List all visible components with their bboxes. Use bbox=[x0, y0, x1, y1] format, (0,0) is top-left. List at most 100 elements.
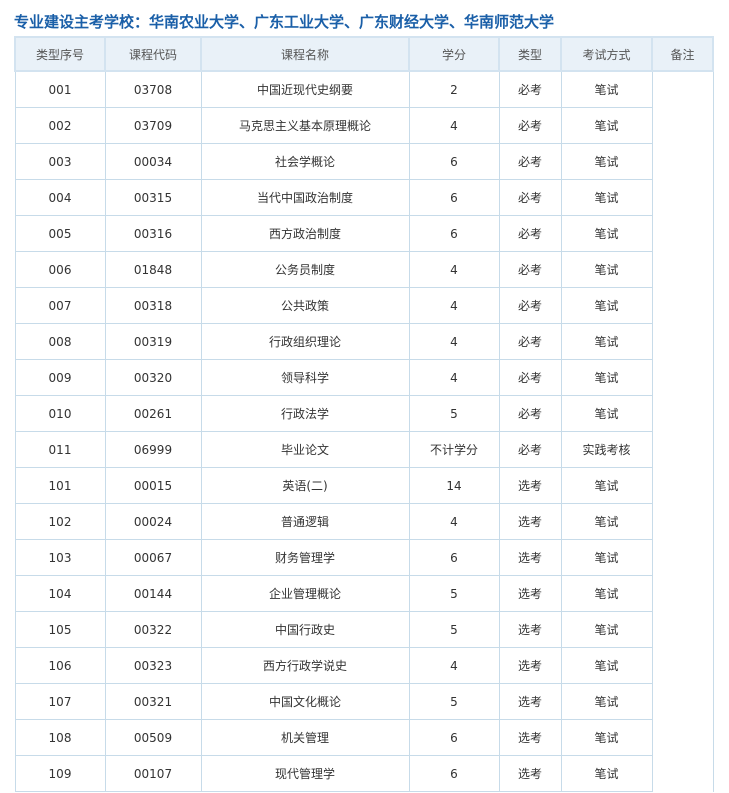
cell-type-no: 011 bbox=[14, 431, 106, 468]
cell-type-no: 107 bbox=[14, 683, 106, 720]
cell-exam-method: 笔试 bbox=[560, 503, 653, 540]
cell-exam-method: 笔试 bbox=[560, 683, 653, 720]
cell-credits: 6 bbox=[408, 143, 500, 180]
cell-course-name: 毕业论文 bbox=[200, 431, 410, 468]
cell-type-no: 001 bbox=[14, 70, 106, 108]
table-row: 107 00321 中国文化概论 5 选考 笔试 bbox=[14, 683, 713, 720]
table-row: 104 00144 企业管理概论 5 选考 笔试 bbox=[14, 575, 713, 612]
cell-course-code: 00322 bbox=[104, 611, 202, 648]
cell-type: 必考 bbox=[498, 70, 562, 108]
cell-type: 必考 bbox=[498, 323, 562, 360]
cell-type: 选考 bbox=[498, 683, 562, 720]
cell-course-name: 西方政治制度 bbox=[200, 215, 410, 252]
cell-course-name: 企业管理概论 bbox=[200, 575, 410, 612]
cell-type-no: 109 bbox=[14, 755, 106, 792]
cell-course-code: 00320 bbox=[104, 359, 202, 396]
cell-type-no: 007 bbox=[14, 287, 106, 324]
header-course-code: 课程代码 bbox=[104, 36, 202, 72]
cell-course-code: 00261 bbox=[104, 395, 202, 432]
cell-type-no: 002 bbox=[14, 107, 106, 144]
cell-remarks bbox=[651, 71, 714, 792]
cell-credits: 4 bbox=[408, 359, 500, 396]
cell-course-name: 公务员制度 bbox=[200, 251, 410, 288]
cell-credits: 5 bbox=[408, 395, 500, 432]
cell-exam-method: 笔试 bbox=[560, 287, 653, 324]
cell-course-code: 06999 bbox=[104, 431, 202, 468]
table-row: 010 00261 行政法学 5 必考 笔试 bbox=[14, 395, 713, 432]
cell-type-no: 004 bbox=[14, 179, 106, 216]
header-course-name: 课程名称 bbox=[200, 36, 410, 72]
table-row: 109 00107 现代管理学 6 选考 笔试 bbox=[14, 755, 713, 792]
cell-exam-method: 笔试 bbox=[560, 611, 653, 648]
cell-type: 必考 bbox=[498, 359, 562, 396]
cell-exam-method: 笔试 bbox=[560, 323, 653, 360]
cell-course-code: 00024 bbox=[104, 503, 202, 540]
table-row: 004 00315 当代中国政治制度 6 必考 笔试 bbox=[14, 179, 713, 216]
cell-course-code: 03708 bbox=[104, 70, 202, 108]
cell-type: 必考 bbox=[498, 395, 562, 432]
cell-credits: 6 bbox=[408, 179, 500, 216]
table-row: 009 00320 领导科学 4 必考 笔试 bbox=[14, 359, 713, 396]
cell-exam-method: 笔试 bbox=[560, 467, 653, 504]
cell-type-no: 009 bbox=[14, 359, 106, 396]
cell-credits: 4 bbox=[408, 503, 500, 540]
cell-type: 必考 bbox=[498, 287, 562, 324]
cell-course-name: 机关管理 bbox=[200, 719, 410, 756]
table-row: 003 00034 社会学概论 6 必考 笔试 bbox=[14, 143, 713, 180]
cell-type-no: 105 bbox=[14, 611, 106, 648]
cell-course-name: 社会学概论 bbox=[200, 143, 410, 180]
cell-course-name: 英语(二) bbox=[200, 467, 410, 504]
cell-course-code: 00315 bbox=[104, 179, 202, 216]
cell-credits: 4 bbox=[408, 251, 500, 288]
cell-credits: 6 bbox=[408, 539, 500, 576]
table-row: 005 00316 西方政治制度 6 必考 笔试 bbox=[14, 215, 713, 252]
cell-course-name: 西方行政学说史 bbox=[200, 647, 410, 684]
cell-type-no: 104 bbox=[14, 575, 106, 612]
cell-type-no: 103 bbox=[14, 539, 106, 576]
cell-type: 选考 bbox=[498, 755, 562, 792]
cell-credits: 6 bbox=[408, 755, 500, 792]
cell-credits: 2 bbox=[408, 70, 500, 108]
cell-course-code: 00316 bbox=[104, 215, 202, 252]
table-row: 006 01848 公务员制度 4 必考 笔试 bbox=[14, 251, 713, 288]
cell-type: 必考 bbox=[498, 431, 562, 468]
cell-exam-method: 笔试 bbox=[560, 395, 653, 432]
cell-credits: 不计学分 bbox=[408, 431, 500, 468]
cell-credits: 14 bbox=[408, 467, 500, 504]
cell-type: 必考 bbox=[498, 107, 562, 144]
cell-course-code: 00015 bbox=[104, 467, 202, 504]
cell-course-name: 领导科学 bbox=[200, 359, 410, 396]
cell-credits: 4 bbox=[408, 323, 500, 360]
cell-exam-method: 笔试 bbox=[560, 215, 653, 252]
cell-course-code: 01848 bbox=[104, 251, 202, 288]
cell-course-code: 00319 bbox=[104, 323, 202, 360]
cell-credits: 5 bbox=[408, 611, 500, 648]
header-exam-method: 考试方式 bbox=[560, 36, 653, 72]
table-header-row: 类型序号 课程代码 课程名称 学分 类型 考试方式 备注 bbox=[14, 36, 714, 72]
cell-type: 必考 bbox=[498, 251, 562, 288]
table-row: 011 06999 毕业论文 不计学分 必考 实践考核 bbox=[14, 431, 713, 468]
cell-type: 选考 bbox=[498, 719, 562, 756]
cell-credits: 5 bbox=[408, 683, 500, 720]
cell-credits: 4 bbox=[408, 107, 500, 144]
cell-type-no: 106 bbox=[14, 647, 106, 684]
table-row: 101 00015 英语(二) 14 选考 笔试 bbox=[14, 467, 713, 504]
cell-course-name: 普通逻辑 bbox=[200, 503, 410, 540]
cell-type: 选考 bbox=[498, 503, 562, 540]
cell-exam-method: 笔试 bbox=[560, 719, 653, 756]
cell-course-code: 00509 bbox=[104, 719, 202, 756]
cell-credits: 4 bbox=[408, 287, 500, 324]
cell-course-code: 00323 bbox=[104, 647, 202, 684]
cell-type: 选考 bbox=[498, 539, 562, 576]
cell-type-no: 005 bbox=[14, 215, 106, 252]
cell-exam-method: 笔试 bbox=[560, 70, 653, 108]
table-row: 102 00024 普通逻辑 4 选考 笔试 bbox=[14, 503, 713, 540]
cell-exam-method: 笔试 bbox=[560, 179, 653, 216]
cell-exam-method: 笔试 bbox=[560, 647, 653, 684]
header-remarks: 备注 bbox=[651, 36, 714, 72]
cell-course-name: 马克思主义基本原理概论 bbox=[200, 107, 410, 144]
cell-type: 必考 bbox=[498, 179, 562, 216]
cell-course-code: 00107 bbox=[104, 755, 202, 792]
cell-exam-method: 笔试 bbox=[560, 251, 653, 288]
cell-type-no: 108 bbox=[14, 719, 106, 756]
